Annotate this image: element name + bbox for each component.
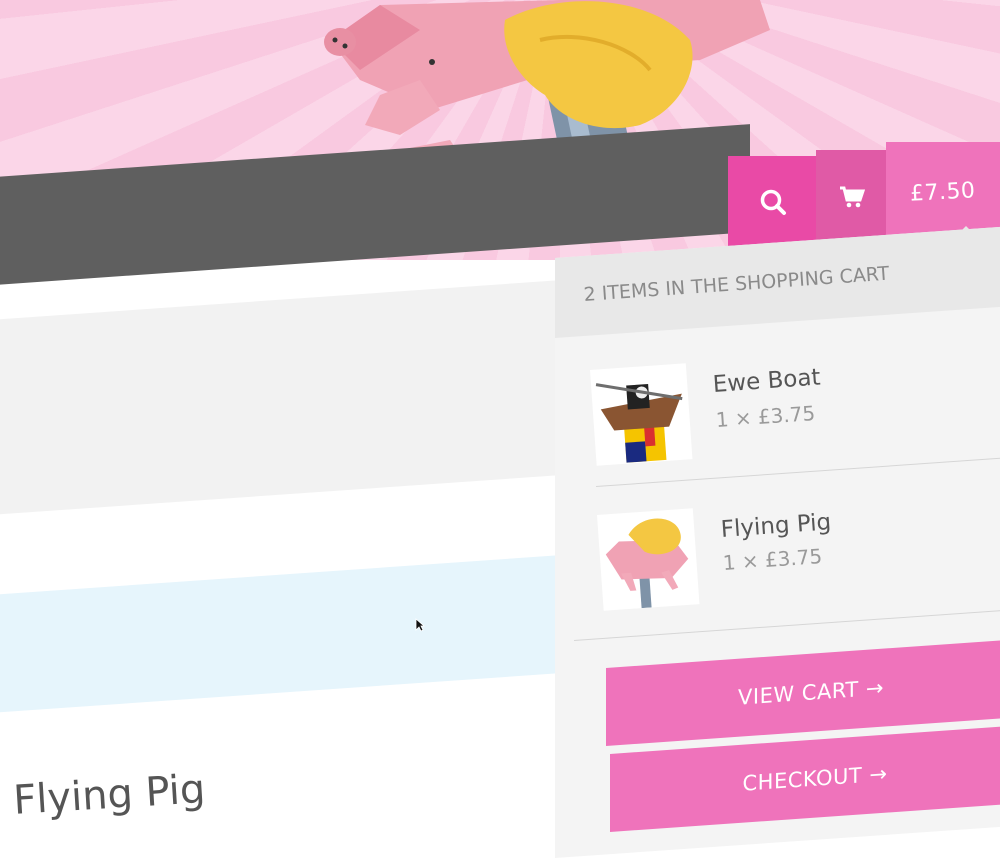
search-button[interactable] [728, 156, 818, 248]
flying-pig-thumbnail[interactable] [597, 508, 700, 611]
checkout-label: CHECKOUT → [742, 761, 888, 796]
ewe-boat-thumbnail[interactable] [590, 363, 693, 466]
cart-button[interactable] [816, 150, 888, 244]
content-section-grey [0, 278, 580, 515]
dropdown-caret [955, 226, 977, 237]
search-icon [760, 189, 786, 215]
view-cart-label: VIEW CART → [738, 675, 884, 710]
pig-image [605, 518, 689, 609]
mouse-pointer-icon [415, 618, 425, 632]
shopping-cart-icon [840, 186, 865, 208]
cart-total-button[interactable]: £7.50 [886, 142, 1000, 242]
content-section-highlight [0, 553, 580, 713]
product-title: Flying Pig [12, 766, 207, 824]
cart-total-amount: £7.50 [909, 177, 977, 207]
boat-image [595, 383, 683, 463]
